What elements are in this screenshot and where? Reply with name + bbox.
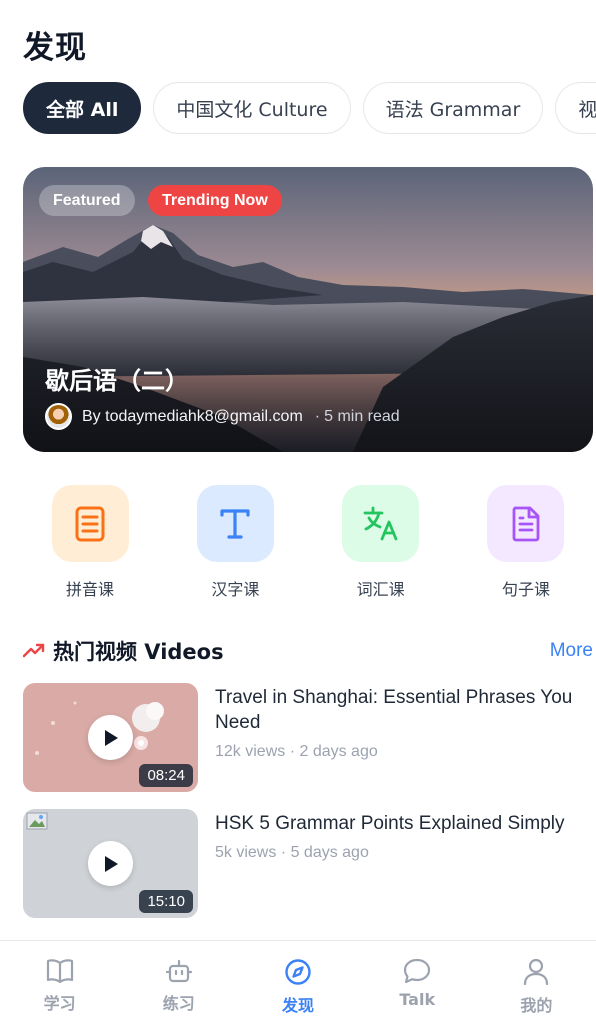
category-hanzi[interactable]: 汉字课	[196, 485, 274, 600]
featured-title: 歇后语（二）	[45, 367, 189, 395]
tab-practice[interactable]: 练习	[119, 941, 238, 1024]
filter-chips: 全部 All 中国文化 Culture 语法 Grammar 视频	[23, 82, 596, 134]
video-thumbnail[interactable]: 08:24	[23, 683, 198, 792]
tab-label: 我的	[520, 996, 553, 1015]
more-videos-link[interactable]: More	[550, 640, 593, 662]
filter-chip-video[interactable]: 视频	[555, 82, 596, 134]
category-label: 句子课	[501, 580, 550, 599]
open-book-icon	[46, 959, 73, 984]
category-label: 汉字课	[211, 580, 260, 599]
video-item[interactable]: 15:10 HSK 5 Grammar Points Explained Sim…	[23, 809, 593, 918]
tab-label: 学习	[43, 994, 76, 1013]
video-title[interactable]: Travel in Shanghai: Essential Phrases Yo…	[215, 685, 593, 735]
category-grid: 拼音课 汉字课 词汇课 句子课	[23, 485, 593, 600]
video-duration: 15:10	[139, 890, 193, 913]
category-vocab[interactable]: 词汇课	[342, 485, 420, 600]
video-thumbnail[interactable]: 15:10	[23, 809, 198, 918]
video-duration: 08:24	[139, 764, 193, 787]
trending-badge: Trending Now	[148, 185, 282, 216]
meta-separator: ·	[314, 407, 321, 425]
video-item[interactable]: 08:24 Travel in Shanghai: Essential Phra…	[23, 683, 593, 792]
videos-section-label: 热门视频 Videos	[53, 640, 224, 664]
featured-badge: Featured	[39, 185, 135, 216]
tab-talk[interactable]: Talk	[358, 941, 477, 1024]
featured-meta: By todaymediahk8@gmail.com · 5 min read	[45, 403, 400, 430]
video-meta: 5k views · 5 days ago	[215, 844, 369, 861]
text-t-icon	[196, 485, 274, 562]
tab-label: 发现	[282, 996, 315, 1015]
page-title: 发现	[23, 30, 87, 66]
tab-discover[interactable]: 发现	[238, 941, 357, 1024]
category-label: 拼音课	[65, 580, 114, 599]
tab-study[interactable]: 学习	[0, 941, 119, 1024]
videos-section-title: 热门视频 Videos	[23, 636, 224, 666]
trending-up-icon	[23, 643, 45, 658]
tab-label: Talk	[399, 990, 436, 1009]
featured-card[interactable]: Featured Trending Now 歇后语（二） By todaymed…	[23, 167, 593, 452]
category-label: 词汇课	[356, 580, 405, 599]
filter-chip-culture[interactable]: 中国文化 Culture	[153, 82, 351, 134]
filter-chip-all[interactable]: 全部 All	[23, 82, 142, 134]
video-meta: 12k views · 2 days ago	[215, 743, 378, 760]
filter-chip-grammar[interactable]: 语法 Grammar	[362, 82, 544, 134]
broken-image-icon	[26, 812, 48, 830]
tab-label: 练习	[162, 994, 195, 1013]
robot-icon	[165, 959, 192, 983]
video-title[interactable]: HSK 5 Grammar Points Explained Simply	[215, 811, 565, 836]
compass-icon	[285, 959, 311, 985]
tab-profile[interactable]: 我的	[477, 941, 596, 1024]
category-sentence[interactable]: 句子课	[487, 485, 565, 600]
bottom-tab-bar: 学习 练习 发现 Talk 我的	[0, 940, 596, 1024]
translate-icon	[342, 485, 420, 562]
video-info: Travel in Shanghai: Essential Phrases Yo…	[215, 683, 593, 792]
author-avatar	[45, 403, 72, 430]
user-icon	[524, 958, 549, 986]
videos-section-header: 热门视频 Videos More	[23, 636, 593, 666]
play-icon[interactable]	[88, 715, 133, 760]
document-icon	[487, 485, 565, 562]
video-info: HSK 5 Grammar Points Explained Simply 5k…	[215, 809, 565, 918]
play-icon[interactable]	[88, 841, 133, 886]
book-icon	[51, 485, 129, 562]
featured-read-time: 5 min read	[324, 407, 400, 425]
chat-bubble-icon	[404, 958, 431, 984]
category-pinyin[interactable]: 拼音课	[51, 485, 129, 600]
featured-author: By todaymediahk8@gmail.com	[82, 407, 303, 425]
